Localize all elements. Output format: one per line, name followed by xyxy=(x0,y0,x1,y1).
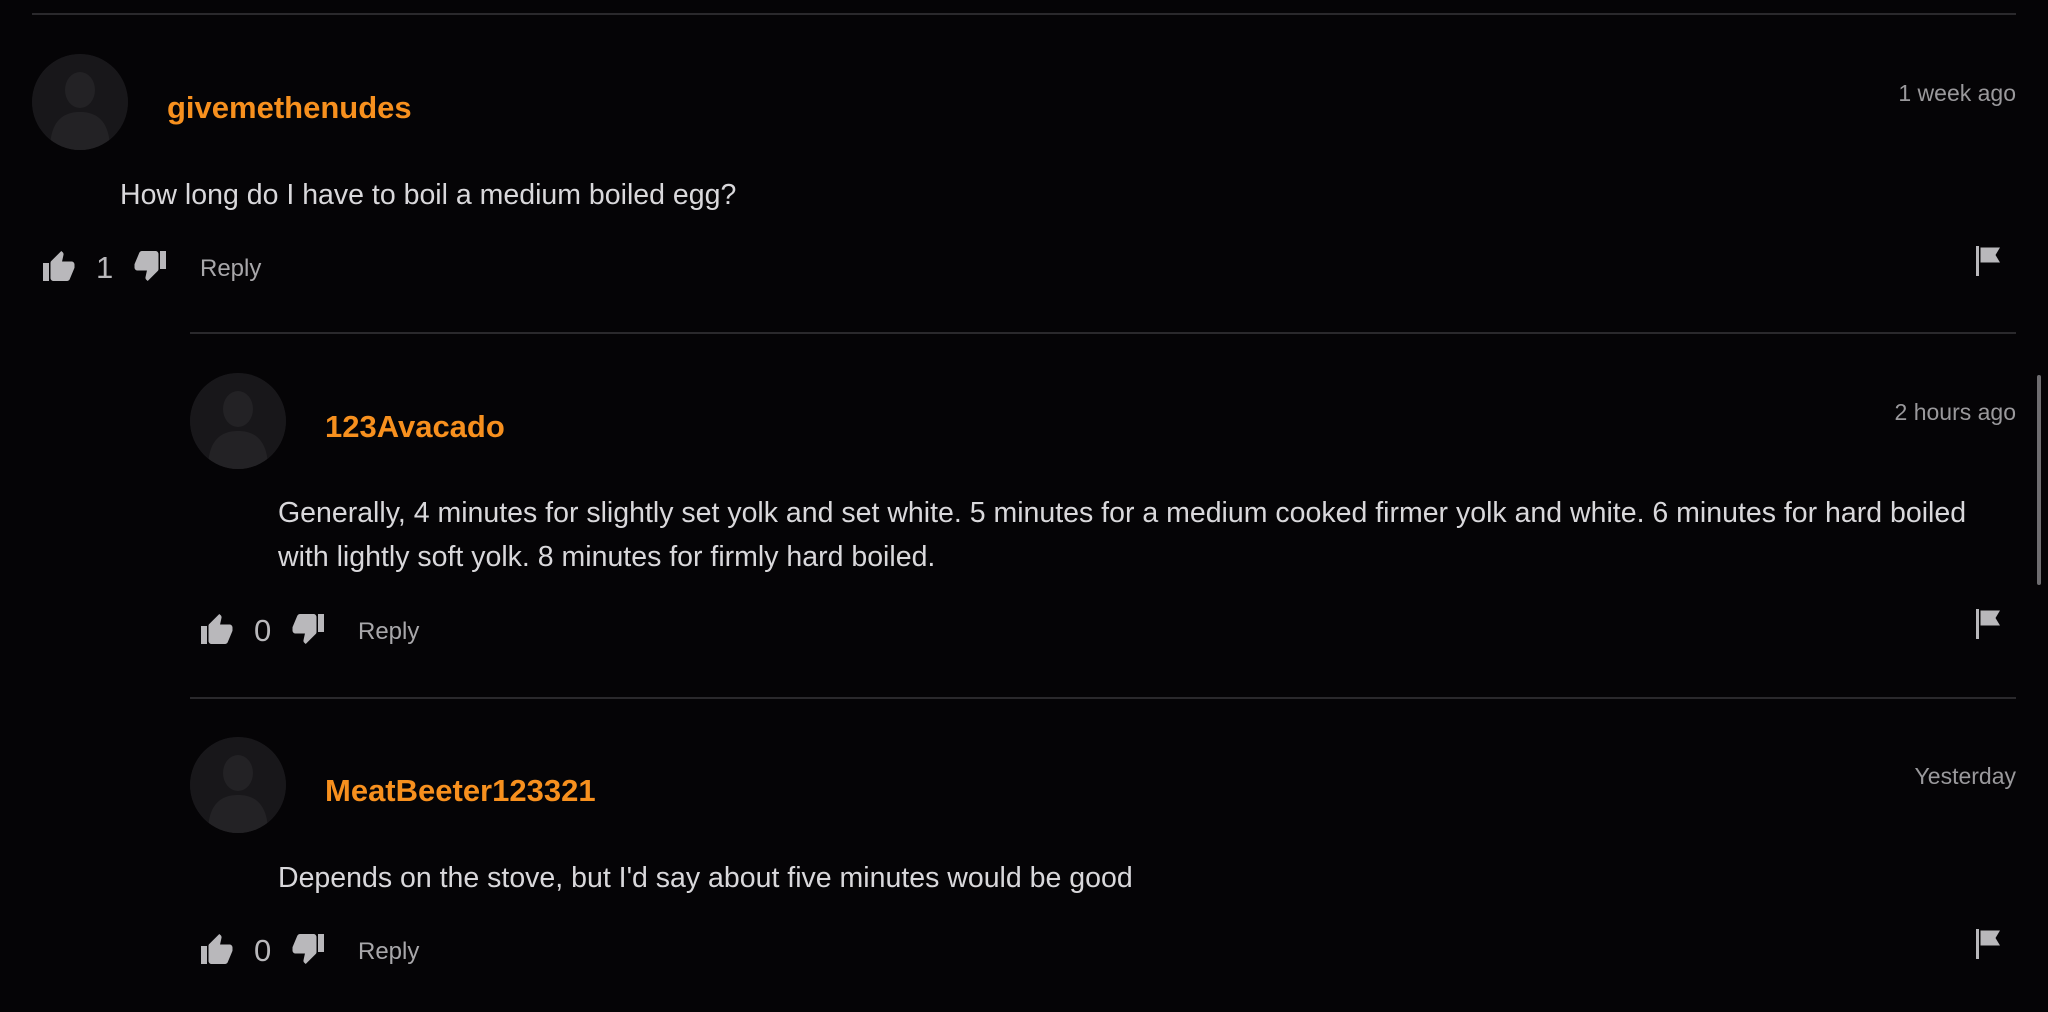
reply-button[interactable]: Reply xyxy=(358,617,419,647)
thumbs-up-icon[interactable] xyxy=(198,931,234,967)
thumbs-up-icon[interactable] xyxy=(40,248,76,284)
thumbs-down-icon[interactable] xyxy=(291,931,327,967)
comment-actions: 1 Reply xyxy=(40,246,2016,288)
reply-button[interactable]: Reply xyxy=(200,254,261,284)
flag-icon[interactable] xyxy=(1970,243,2006,279)
comment-username[interactable]: givemethenudes xyxy=(167,90,412,126)
comment-body: Depends on the stove, but I'd say about … xyxy=(278,862,1133,894)
thumbs-down-icon[interactable] xyxy=(133,248,169,284)
comment-reply: 123Avacado 2 hours ago Generally, 4 minu… xyxy=(190,373,2016,663)
comment-timestamp: 1 week ago xyxy=(1898,80,2016,106)
comment-body: How long do I have to boil a medium boil… xyxy=(120,179,737,211)
comment: givemethenudes 1 week ago How long do I … xyxy=(32,54,2016,294)
comment-timestamp: 2 hours ago xyxy=(1894,399,2016,425)
vote-count: 1 xyxy=(96,250,114,285)
avatar-placeholder-icon[interactable] xyxy=(190,737,286,833)
vote-count: 0 xyxy=(254,613,272,648)
scrollbar-thumb[interactable] xyxy=(2037,375,2041,585)
reply-divider xyxy=(190,332,2016,334)
reply-divider xyxy=(190,697,2016,699)
vote-count: 0 xyxy=(254,933,272,968)
comment-timestamp: Yesterday xyxy=(1914,763,2016,789)
thumbs-down-icon[interactable] xyxy=(291,611,327,647)
comment-username[interactable]: MeatBeeter123321 xyxy=(325,773,596,809)
reply-button[interactable]: Reply xyxy=(358,937,419,967)
comment-actions: 0 Reply xyxy=(198,929,2016,971)
comment-username[interactable]: 123Avacado xyxy=(325,409,505,445)
avatar-placeholder-icon[interactable] xyxy=(32,54,128,150)
comment-actions: 0 Reply xyxy=(198,609,2016,651)
flag-icon[interactable] xyxy=(1970,606,2006,642)
top-divider xyxy=(32,13,2016,15)
avatar-placeholder-icon[interactable] xyxy=(190,373,286,469)
thumbs-up-icon[interactable] xyxy=(198,611,234,647)
comment-body: Generally, 4 minutes for slightly set yo… xyxy=(278,497,1967,573)
flag-icon[interactable] xyxy=(1970,926,2006,962)
comments-page: givemethenudes 1 week ago How long do I … xyxy=(0,0,2048,1012)
comment-reply: MeatBeeter123321 Yesterday Depends on th… xyxy=(190,737,2016,977)
